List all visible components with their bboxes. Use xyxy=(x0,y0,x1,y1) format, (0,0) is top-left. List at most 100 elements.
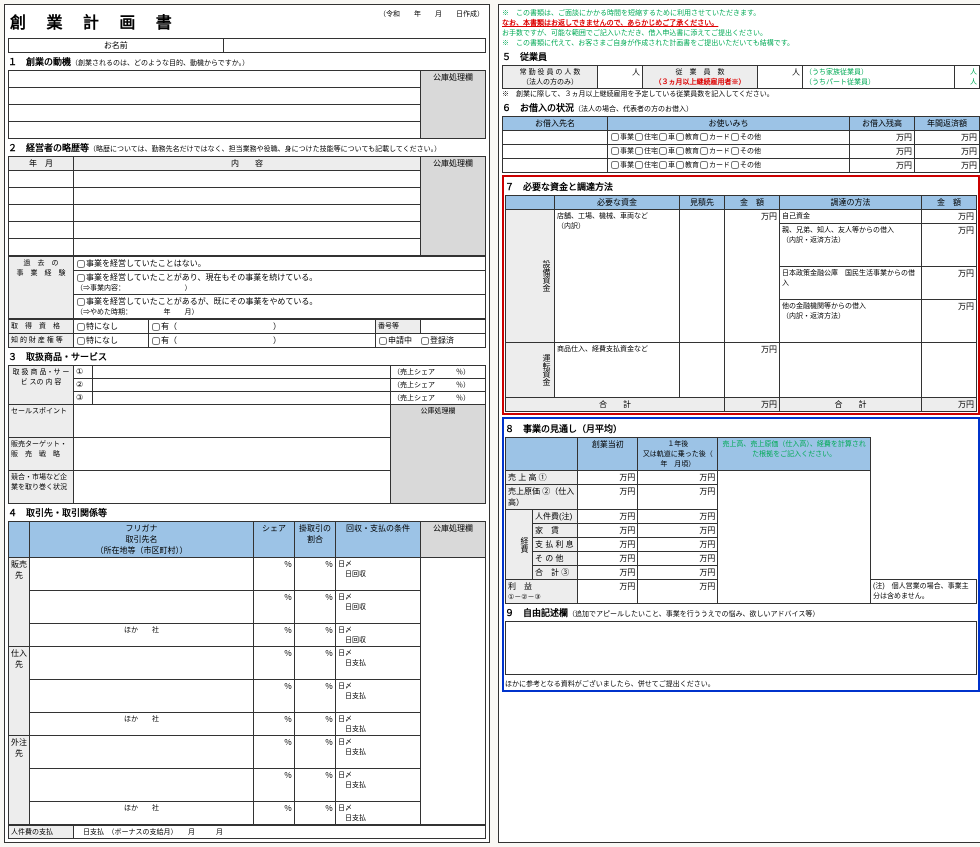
cb[interactable] xyxy=(611,133,619,141)
ip-status[interactable]: 申請中 登録済 xyxy=(376,334,486,348)
basis-field[interactable] xyxy=(718,471,871,604)
free-field[interactable] xyxy=(506,622,977,675)
cb[interactable] xyxy=(659,147,667,155)
career-ym[interactable] xyxy=(9,205,74,222)
num-field[interactable] xyxy=(421,320,486,334)
cb[interactable] xyxy=(700,133,708,141)
bal[interactable]: 万円 xyxy=(850,159,915,173)
cb[interactable] xyxy=(700,161,708,169)
sp-field[interactable] xyxy=(74,405,391,438)
rent-y[interactable]: 万円 xyxy=(638,524,718,538)
cb[interactable] xyxy=(676,161,684,169)
checkbox[interactable] xyxy=(379,337,387,345)
motive-row[interactable] xyxy=(9,122,421,139)
checkbox[interactable] xyxy=(77,298,85,306)
loan-use[interactable]: 事業住宅車教育カードその他 xyxy=(608,159,850,173)
career-cont[interactable] xyxy=(74,222,421,239)
cust-field[interactable] xyxy=(30,558,254,591)
cg-i[interactable]: 万円 xyxy=(578,485,638,510)
cb[interactable] xyxy=(731,161,739,169)
int-y[interactable]: 万円 xyxy=(638,538,718,552)
setsu-desc[interactable]: 店舗、工場、機械、車両など（内訳） xyxy=(555,210,680,343)
prod-field[interactable] xyxy=(93,392,391,405)
cb[interactable] xyxy=(635,147,643,155)
f4-amt[interactable]: 万円 xyxy=(922,300,977,343)
cg-y[interactable]: 万円 xyxy=(638,485,718,510)
career-cont[interactable] xyxy=(74,205,421,222)
sl-y[interactable]: 万円 xyxy=(638,471,718,485)
loan-from[interactable] xyxy=(503,131,608,145)
career-cont[interactable] xyxy=(74,188,421,205)
f2-amt[interactable]: 万円 xyxy=(922,224,977,267)
career-ym[interactable] xyxy=(9,188,74,205)
cb[interactable] xyxy=(611,147,619,155)
cb[interactable] xyxy=(700,147,708,155)
career-cont[interactable] xyxy=(74,239,421,256)
prof-i[interactable]: 万円 xyxy=(578,580,638,604)
prof-y[interactable]: 万円 xyxy=(638,580,718,604)
labor-field[interactable]: 日支払 （ボーナスの支給月） 月 月 xyxy=(74,826,486,839)
f1-amt[interactable]: 万円 xyxy=(922,210,977,224)
cb[interactable] xyxy=(731,133,739,141)
unten-desc[interactable]: 商品仕入、経費支払資金など xyxy=(555,343,680,398)
ann[interactable]: 万円 xyxy=(915,159,980,173)
ip-none[interactable]: 特になし xyxy=(74,334,149,348)
emp-field[interactable]: 人 xyxy=(598,66,643,89)
loan-use[interactable]: 事業住宅車教育カードその他 xyxy=(608,145,850,159)
cb[interactable] xyxy=(659,133,667,141)
cb[interactable] xyxy=(635,161,643,169)
setsu-amt[interactable]: 万円 xyxy=(725,210,780,343)
motive-row[interactable] xyxy=(9,71,421,88)
st-i[interactable]: 万円 xyxy=(578,566,638,580)
career-cont[interactable] xyxy=(74,171,421,188)
checkbox[interactable] xyxy=(77,274,85,282)
pers-i[interactable]: 万円 xyxy=(578,510,638,524)
supp-field[interactable] xyxy=(30,647,254,680)
cb[interactable] xyxy=(676,147,684,155)
checkbox[interactable] xyxy=(77,260,85,268)
unten-est[interactable] xyxy=(680,343,725,398)
exp-opt1[interactable]: 事業を経営していたことはない。 xyxy=(74,257,486,271)
career-ym[interactable] xyxy=(9,239,74,256)
career-ym[interactable] xyxy=(9,171,74,188)
int-i[interactable]: 万円 xyxy=(578,538,638,552)
exp-opt3[interactable]: 事業を経営していたことがあるが、既にその事業をやめている。（⇒やめた時期： 年 … xyxy=(74,295,486,319)
checkbox[interactable] xyxy=(77,337,85,345)
oth-y[interactable]: 万円 xyxy=(638,552,718,566)
ann[interactable]: 万円 xyxy=(915,131,980,145)
tot-amt[interactable]: 万円 xyxy=(725,398,780,412)
checkbox[interactable] xyxy=(152,323,160,331)
cb[interactable] xyxy=(659,161,667,169)
work-field[interactable]: 人 xyxy=(758,66,803,89)
qual-none[interactable]: 特になし xyxy=(74,320,149,334)
ann[interactable]: 万円 xyxy=(915,145,980,159)
prod-field[interactable] xyxy=(93,366,391,379)
loan-use[interactable]: 事業住宅車教育カードその他 xyxy=(608,131,850,145)
cust-field[interactable] xyxy=(30,591,254,624)
setsu-est[interactable] xyxy=(680,210,725,343)
unten-amt[interactable]: 万円 xyxy=(725,343,780,398)
bal[interactable]: 万円 xyxy=(850,131,915,145)
bal[interactable]: 万円 xyxy=(850,145,915,159)
ext-field[interactable] xyxy=(30,769,254,802)
pers-y[interactable]: 万円 xyxy=(638,510,718,524)
oth-i[interactable]: 万円 xyxy=(578,552,638,566)
comp-field[interactable] xyxy=(74,471,391,504)
cb[interactable] xyxy=(635,133,643,141)
checkbox[interactable] xyxy=(152,337,160,345)
cb[interactable] xyxy=(731,147,739,155)
prod-field[interactable] xyxy=(93,379,391,392)
st-y[interactable]: 万円 xyxy=(638,566,718,580)
cb[interactable] xyxy=(676,133,684,141)
motive-row[interactable] xyxy=(9,105,421,122)
rent-i[interactable]: 万円 xyxy=(578,524,638,538)
loan-from[interactable] xyxy=(503,145,608,159)
ext-field[interactable] xyxy=(30,736,254,769)
qual-yes[interactable]: 有（ ） xyxy=(149,320,376,334)
name-field[interactable] xyxy=(223,39,485,53)
supp-field[interactable] xyxy=(30,680,254,713)
ip-yes[interactable]: 有（ ） xyxy=(149,334,376,348)
checkbox[interactable] xyxy=(421,337,429,345)
cb[interactable] xyxy=(611,161,619,169)
checkbox[interactable] xyxy=(77,323,85,331)
